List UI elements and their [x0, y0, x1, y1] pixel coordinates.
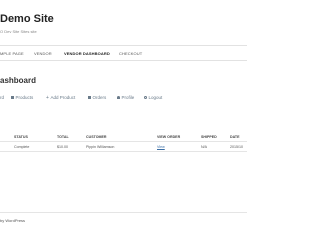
view-order-link[interactable]: View [157, 141, 201, 152]
column-header-view-order: VIEW ORDER [157, 132, 201, 142]
shipped-cell: N/A [201, 141, 230, 152]
nav-item-vendor-dashboard[interactable]: VENDOR DASHBOARD [64, 51, 110, 56]
person-icon [117, 96, 120, 99]
footer-divider [0, 212, 247, 213]
orders-link[interactable]: Orders [88, 95, 106, 101]
main-navigation: MPLE PAGE VENDOR VENDOR DASHBOARD CHECKO… [0, 45, 247, 61]
page-title: ashboard [0, 76, 37, 85]
column-header-status: STATUS [14, 132, 57, 142]
column-header-date: DATE [230, 132, 247, 142]
orders-link-label: Orders [92, 95, 107, 100]
dashboard-link[interactable]: rd [0, 95, 4, 101]
profile-link-label: Profile [121, 95, 135, 100]
column-header-order [0, 132, 14, 142]
nav-item-checkout[interactable]: CHECKOUT [119, 51, 142, 56]
dashboard-link-label: rd [0, 95, 5, 100]
nav-item-vendor[interactable]: VENDOR [34, 51, 52, 56]
products-link[interactable]: Products [11, 95, 33, 101]
column-header-shipped: SHIPPED [201, 132, 230, 142]
products-icon [11, 96, 14, 99]
add-product-link-label: Add Product [50, 95, 76, 100]
status-cell: Complete [14, 141, 57, 152]
footer-credit-link[interactable]: by WordPress [0, 218, 25, 223]
column-header-customer: CUSTOMER [86, 132, 157, 142]
table-header-row: STATUS TOTAL CUSTOMER VIEW ORDER SHIPPED… [0, 132, 247, 142]
nav-item-sample-page[interactable]: MPLE PAGE [0, 51, 24, 56]
products-link-label: Products [15, 95, 34, 100]
dashboard-navigation: rd Products + Add Product Orders Profile … [0, 95, 247, 101]
orders-icon [88, 96, 91, 99]
customer-cell: Pippin Williamson [86, 141, 157, 152]
page: Demo Site O Dev Site Sites site MPLE PAG… [0, 0, 247, 247]
profile-link[interactable]: Profile [117, 95, 134, 101]
logout-link-label: Logout [148, 95, 163, 100]
date-cell: 2015/10 [230, 141, 247, 152]
table-row: Complete $10.00 Pippin Williamson View N… [0, 141, 247, 152]
orders-table: STATUS TOTAL CUSTOMER VIEW ORDER SHIPPED… [0, 132, 247, 152]
add-product-link[interactable]: + Add Product [46, 95, 75, 101]
column-header-total: TOTAL [57, 132, 86, 142]
site-tagline: O Dev Site Sites site [0, 29, 37, 34]
total-cell: $10.00 [57, 141, 86, 152]
logout-link[interactable]: Logout [144, 95, 162, 101]
order-cell [0, 141, 14, 152]
site-title[interactable]: Demo Site [0, 13, 54, 25]
power-icon [144, 96, 147, 99]
plus-icon: + [46, 95, 49, 101]
